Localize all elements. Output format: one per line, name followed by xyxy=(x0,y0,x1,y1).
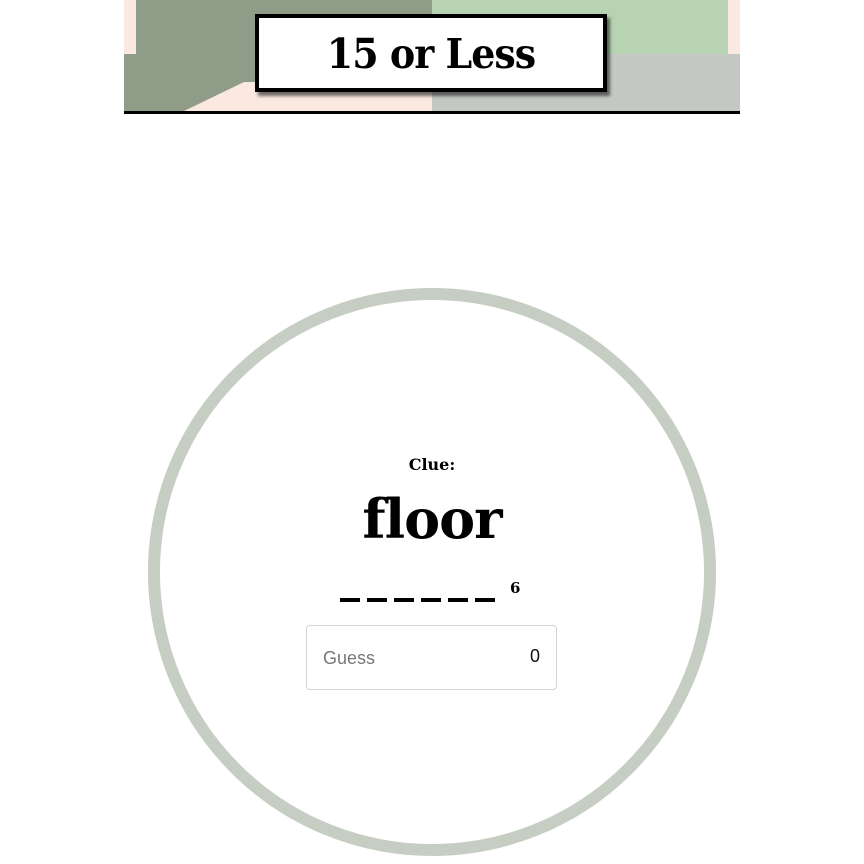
guess-input[interactable] xyxy=(323,644,513,672)
guess-counter: 0 xyxy=(529,646,540,666)
answer-blank xyxy=(421,598,441,602)
answer-blank xyxy=(340,598,360,602)
answer-blank xyxy=(475,598,495,602)
page-title: 15 or Less xyxy=(326,28,536,78)
answer-blanks xyxy=(340,598,495,604)
game-circle xyxy=(148,288,716,856)
answer-blank xyxy=(448,598,468,602)
header-banner: 15 or Less xyxy=(124,0,740,114)
letter-count: 6 xyxy=(510,579,521,597)
answer-blank xyxy=(394,598,414,602)
guess-field[interactable]: 0 xyxy=(306,625,557,690)
answer-blank xyxy=(367,598,387,602)
clue-word: floor xyxy=(362,487,502,551)
clue-label: Clue: xyxy=(408,455,456,474)
title-box: 15 or Less xyxy=(255,14,607,92)
